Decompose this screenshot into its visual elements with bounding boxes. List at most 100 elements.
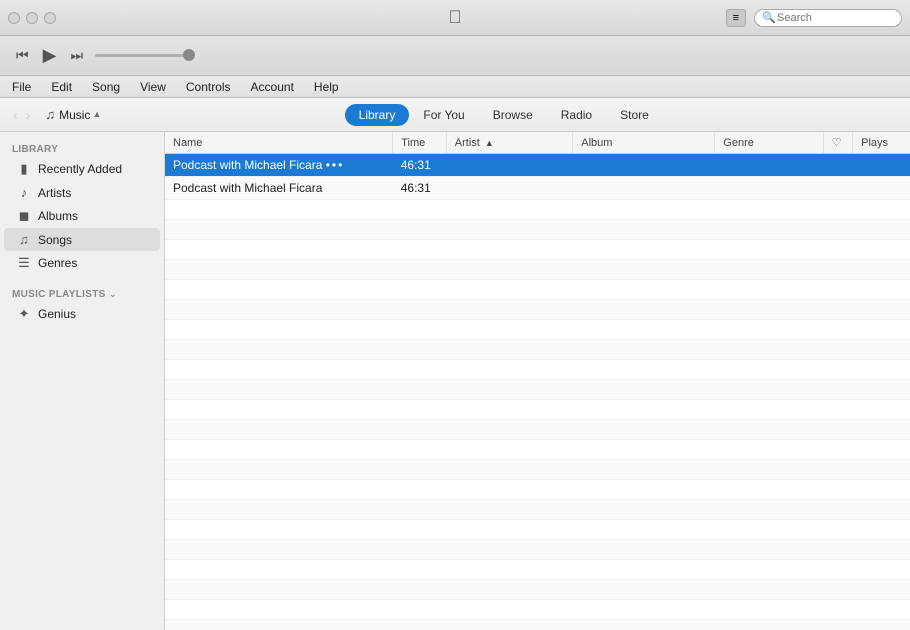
table-row[interactable] bbox=[165, 600, 910, 620]
table-row[interactable]: Podcast with Michael Ficara 46:31 bbox=[165, 177, 910, 200]
song-genre-cell bbox=[715, 154, 823, 177]
table-row[interactable] bbox=[165, 500, 910, 520]
search-input[interactable] bbox=[754, 9, 902, 27]
sidebar-item-albums[interactable]: ◼ Albums bbox=[4, 204, 160, 228]
table-row[interactable] bbox=[165, 300, 910, 320]
table-row[interactable] bbox=[165, 440, 910, 460]
fast-forward-button[interactable]: ⏭ bbox=[66, 45, 87, 66]
song-heart-cell bbox=[823, 177, 852, 200]
tab-for-you[interactable]: For You bbox=[409, 104, 478, 126]
sidebar-item-genres[interactable]: ☰ Genres bbox=[4, 251, 160, 275]
sidebar-item-genius[interactable]: ✦ Genius bbox=[4, 302, 160, 326]
forward-button[interactable]: › bbox=[23, 107, 34, 123]
song-name-dots: ••• bbox=[326, 158, 345, 172]
menu-icon-button[interactable]: ≡ bbox=[726, 9, 746, 27]
col-header-time[interactable]: Time bbox=[393, 132, 447, 154]
nav-arrows: ‹ › bbox=[10, 107, 33, 123]
content-area: Name Time Artist ▲ Album Genre ♡ Plays P… bbox=[165, 132, 910, 630]
songs-icon: ♫ bbox=[16, 232, 32, 247]
col-header-artist[interactable]: Artist ▲ bbox=[446, 132, 573, 154]
menu-controls[interactable]: Controls bbox=[178, 78, 239, 96]
table-header: Name Time Artist ▲ Album Genre ♡ Plays bbox=[165, 132, 910, 154]
table-row[interactable] bbox=[165, 460, 910, 480]
location-dropdown-icon[interactable]: ▴ bbox=[94, 109, 99, 120]
table-row[interactable] bbox=[165, 620, 910, 630]
song-plays-cell bbox=[853, 177, 910, 200]
table-row[interactable] bbox=[165, 520, 910, 540]
menu-edit[interactable]: Edit bbox=[43, 78, 80, 96]
table-row[interactable] bbox=[165, 480, 910, 500]
playlists-section: Music Playlists ⌄ ✦ Genius bbox=[0, 285, 164, 326]
col-header-genre[interactable]: Genre bbox=[715, 132, 823, 154]
table-row[interactable] bbox=[165, 360, 910, 380]
table-row[interactable] bbox=[165, 200, 910, 220]
library-section-header: Library bbox=[0, 140, 164, 157]
transport-bar: ⏮ ▶ ⏭ bbox=[0, 36, 910, 76]
albums-icon: ◼ bbox=[16, 208, 32, 224]
fast-forward-icon: ⏭ bbox=[70, 47, 83, 63]
song-album-cell bbox=[573, 154, 715, 177]
back-button[interactable]: ‹ bbox=[10, 107, 21, 123]
col-header-album[interactable]: Album bbox=[573, 132, 715, 154]
search-wrapper: 🔍 bbox=[754, 9, 902, 27]
table-row[interactable] bbox=[165, 380, 910, 400]
artist-sort-arrow: ▲ bbox=[485, 138, 494, 148]
table-row[interactable] bbox=[165, 560, 910, 580]
table-row[interactable] bbox=[165, 220, 910, 240]
minimize-button[interactable] bbox=[8, 12, 20, 24]
menu-help[interactable]: Help bbox=[306, 78, 347, 96]
table-row[interactable] bbox=[165, 240, 910, 260]
albums-label: Albums bbox=[38, 209, 78, 223]
song-table: Name Time Artist ▲ Album Genre ♡ Plays P… bbox=[165, 132, 910, 630]
nav-bar: ‹ › ♫ Music ▴ Library For You Browse Rad… bbox=[0, 98, 910, 132]
table-row[interactable] bbox=[165, 340, 910, 360]
table-row[interactable] bbox=[165, 280, 910, 300]
col-header-heart[interactable]: ♡ bbox=[823, 132, 852, 154]
play-button[interactable]: ▶ bbox=[39, 43, 61, 68]
tab-store[interactable]: Store bbox=[606, 104, 663, 126]
rewind-button[interactable]: ⏮ bbox=[12, 45, 33, 66]
table-row[interactable] bbox=[165, 540, 910, 560]
title-bar-right: ≡ 🔍 bbox=[726, 9, 902, 27]
close-button[interactable] bbox=[44, 12, 56, 24]
genres-label: Genres bbox=[38, 256, 77, 270]
search-icon: 🔍 bbox=[762, 11, 776, 24]
play-icon: ▶ bbox=[43, 45, 57, 65]
col-header-name[interactable]: Name bbox=[165, 132, 393, 154]
maximize-button[interactable] bbox=[26, 12, 38, 24]
menu-song[interactable]: Song bbox=[84, 78, 128, 96]
table-row[interactable]: Podcast with Michael Ficara ••• 46:31 bbox=[165, 154, 910, 177]
tab-browse[interactable]: Browse bbox=[479, 104, 547, 126]
artists-icon: ♪ bbox=[16, 185, 32, 200]
artists-label: Artists bbox=[38, 186, 71, 200]
playlists-section-header-label: Music Playlists bbox=[12, 289, 106, 300]
rewind-icon: ⏮ bbox=[16, 47, 29, 63]
sidebar-item-songs[interactable]: ♫ Songs bbox=[4, 228, 160, 251]
recently-added-label: Recently Added bbox=[38, 162, 122, 176]
location-label: Music bbox=[59, 108, 90, 122]
apple-logo:  bbox=[448, 7, 462, 27]
menu-view[interactable]: View bbox=[132, 78, 174, 96]
title-bar-center:  bbox=[448, 7, 462, 28]
playlists-chevron-icon[interactable]: ⌄ bbox=[109, 289, 117, 300]
tab-library[interactable]: Library bbox=[345, 104, 410, 126]
menu-file[interactable]: File bbox=[4, 78, 39, 96]
progress-thumb[interactable] bbox=[183, 49, 195, 61]
genius-label: Genius bbox=[38, 307, 76, 321]
transport-controls: ⏮ ▶ ⏭ bbox=[12, 43, 87, 68]
table-row[interactable] bbox=[165, 320, 910, 340]
table-row[interactable] bbox=[165, 400, 910, 420]
progress-bar[interactable] bbox=[95, 54, 195, 57]
sidebar-item-recently-added[interactable]: ▮ Recently Added bbox=[4, 157, 160, 181]
menu-account[interactable]: Account bbox=[243, 78, 302, 96]
tab-radio[interactable]: Radio bbox=[547, 104, 606, 126]
song-name-cell: Podcast with Michael Ficara bbox=[165, 177, 393, 200]
table-row[interactable] bbox=[165, 420, 910, 440]
table-row[interactable] bbox=[165, 580, 910, 600]
song-plays-cell bbox=[853, 154, 910, 177]
table-row[interactable] bbox=[165, 260, 910, 280]
song-heart-cell bbox=[823, 154, 852, 177]
song-name-text: Podcast with Michael Ficara bbox=[173, 158, 322, 172]
col-header-plays[interactable]: Plays bbox=[853, 132, 910, 154]
sidebar-item-artists[interactable]: ♪ Artists bbox=[4, 181, 160, 204]
